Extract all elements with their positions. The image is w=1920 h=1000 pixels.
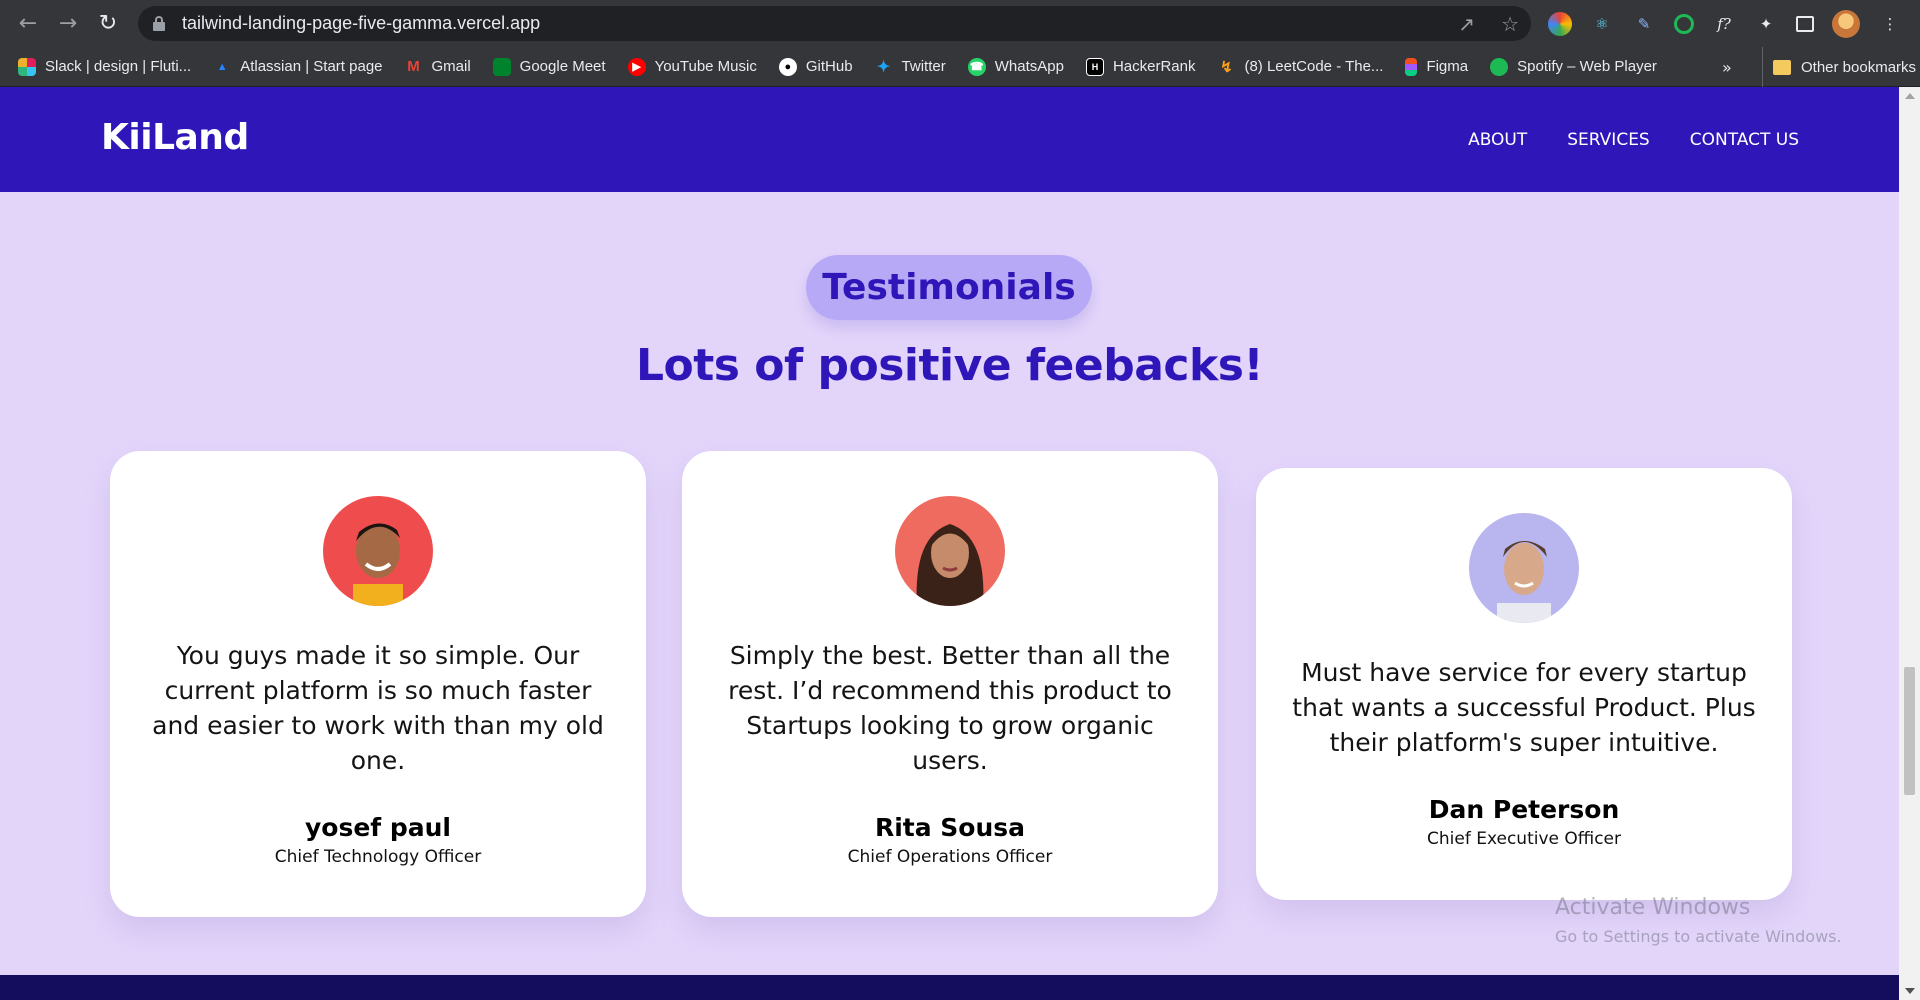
bookmark-item[interactable]: Slack | design | Fluti... (18, 57, 191, 76)
url-text[interactable]: tailwind-landing-page-five-gamma.vercel.… (182, 13, 540, 34)
scrollbar-thumb[interactable] (1904, 667, 1915, 795)
browser-toolbar: ← → ↻ tailwind-landing-page-five-gamma.v… (0, 0, 1920, 47)
more-bookmarks-button[interactable]: » (1722, 47, 1732, 87)
folder-icon (1773, 59, 1791, 75)
leetcode-icon: ↯ (1220, 58, 1233, 76)
atlassian-icon: ▲ (216, 60, 228, 73)
bookmark-item[interactable]: ✦ Twitter (875, 58, 946, 76)
bookmark-item[interactable]: H HackerRank (1085, 57, 1195, 76)
lock-icon[interactable] (152, 15, 166, 33)
bookmark-item[interactable]: Google Meet (492, 57, 606, 76)
site-logo[interactable]: KiiLand (101, 117, 249, 158)
reload-icon[interactable]: ↻ (88, 3, 128, 43)
bookmark-item[interactable]: M Gmail (405, 58, 470, 76)
target-extension-icon[interactable] (1674, 13, 1694, 34)
slack-icon (18, 57, 36, 76)
page-scrollbar[interactable] (1899, 87, 1920, 1000)
font-extension-icon[interactable]: f? (1712, 12, 1736, 36)
puzzle-icon[interactable]: ✦ (1754, 12, 1778, 36)
footer-section (0, 975, 1899, 1000)
whatsapp-icon: ☎ (967, 57, 986, 76)
scroll-down-arrow-icon[interactable] (1905, 988, 1915, 994)
menu-kebab-icon[interactable]: ⋮ (1878, 12, 1902, 36)
main-nav: ABOUT SERVICES CONTACT US (1468, 87, 1799, 192)
page-viewport: KiiLand ABOUT SERVICES CONTACT US Testim… (0, 87, 1899, 1000)
site-header: KiiLand ABOUT SERVICES CONTACT US (0, 87, 1899, 192)
avatar (895, 496, 1005, 606)
testimonial-card: Must have service for every startup that… (1256, 468, 1792, 900)
avatar (323, 496, 433, 606)
bookmarks-bar: Slack | design | Fluti... ▲ Atlassian | S… (0, 47, 1920, 87)
testimonial-quote: You guys made it so simple. Our current … (152, 641, 604, 775)
testimonial-card: You guys made it so simple. Our current … (110, 451, 646, 917)
bookmark-item[interactable]: Spotify – Web Player (1490, 57, 1657, 76)
testimonial-role: Chief Executive Officer (1427, 829, 1621, 849)
bookmark-item[interactable]: ▲ Atlassian | Start page (213, 58, 383, 76)
bookmark-item[interactable]: ▶ YouTube Music (627, 57, 757, 76)
testimonials-badge: Testimonials (806, 255, 1092, 320)
testimonial-role: Chief Operations Officer (847, 847, 1053, 867)
bookmark-item[interactable]: ☎ WhatsApp (967, 57, 1064, 76)
nav-link-contact[interactable]: CONTACT US (1690, 130, 1799, 150)
profile-avatar[interactable] (1832, 9, 1860, 38)
other-bookmarks-button[interactable]: Other bookmarks (1762, 47, 1916, 87)
nav-link-about[interactable]: ABOUT (1468, 130, 1527, 150)
avatar (1469, 513, 1579, 623)
bookmark-item[interactable]: ↯ (8) LeetCode - The... (1217, 58, 1383, 76)
color-picker-extension-icon[interactable] (1548, 11, 1572, 36)
react-devtools-icon[interactable]: ⚛ (1590, 12, 1614, 36)
hackerrank-icon: H (1085, 57, 1104, 76)
back-arrow-icon[interactable]: ← (8, 3, 48, 43)
gmail-icon: M (407, 58, 420, 75)
nav-link-services[interactable]: SERVICES (1567, 130, 1649, 150)
extensions-bar: ⚛ ✎ f? ✦ ⋮ (1548, 6, 1902, 41)
youtube-music-icon: ▶ (627, 57, 646, 76)
figma-icon (1405, 57, 1418, 76)
testimonial-quote: Must have service for every startup that… (1292, 658, 1756, 757)
spotify-icon (1490, 57, 1509, 76)
twitter-icon: ✦ (876, 58, 891, 76)
section-headline: Lots of positive feebacks! (635, 340, 1264, 391)
bookmark-star-icon[interactable]: ☆ (1501, 12, 1519, 36)
bookmark-item[interactable]: Figma (1405, 57, 1468, 76)
bookmark-item[interactable]: ● GitHub (778, 57, 853, 76)
pen-extension-icon[interactable]: ✎ (1632, 12, 1656, 36)
google-meet-icon (492, 57, 511, 76)
github-icon: ● (778, 57, 797, 76)
activate-windows-title: Activate Windows (1555, 895, 1751, 920)
testimonial-name: Rita Sousa (874, 813, 1026, 842)
testimonial-role: Chief Technology Officer (274, 847, 482, 867)
scroll-up-arrow-icon[interactable] (1905, 93, 1915, 99)
forward-arrow-icon[interactable]: → (48, 3, 88, 43)
testimonial-name: yosef paul (304, 813, 452, 842)
testimonial-card: Simply the best. Better than all the res… (682, 451, 1218, 917)
address-bar[interactable]: tailwind-landing-page-five-gamma.vercel.… (138, 6, 1531, 41)
side-panel-icon[interactable] (1796, 15, 1814, 32)
testimonial-quote: Simply the best. Better than all the res… (728, 641, 1172, 775)
activate-windows-subtitle: Go to Settings to activate Windows. (1555, 927, 1842, 946)
testimonial-name: Dan Peterson (1428, 795, 1620, 824)
share-icon[interactable]: ↗ (1458, 12, 1475, 36)
